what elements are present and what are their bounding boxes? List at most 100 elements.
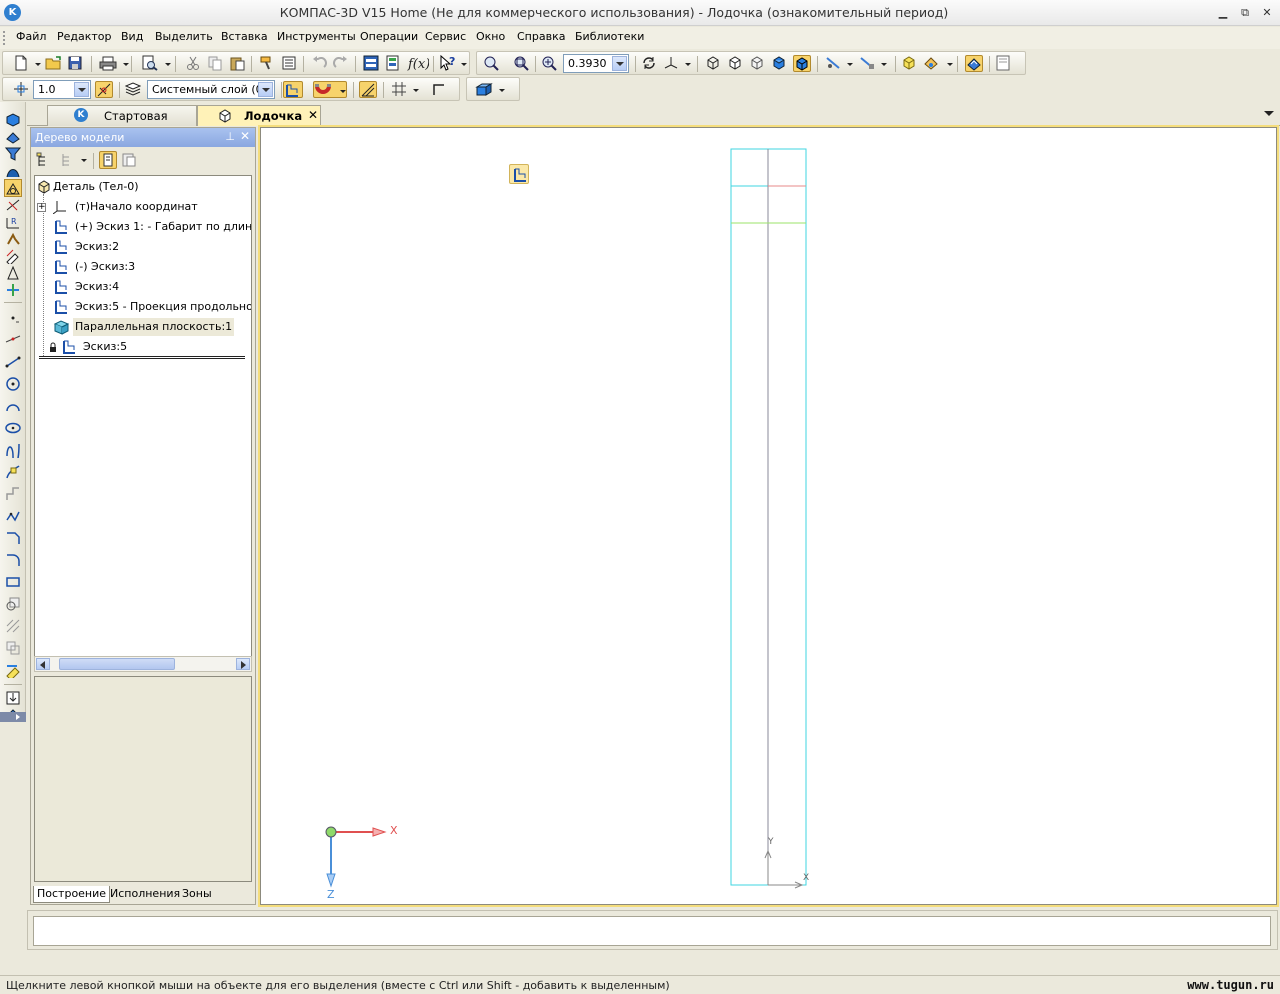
edit-details-icon[interactable] <box>5 112 21 128</box>
manager-button[interactable] <box>363 55 381 72</box>
menu-select[interactable]: Выделить <box>155 30 213 43</box>
hidden-lines-button[interactable] <box>727 55 745 72</box>
parametrization-icon[interactable] <box>5 231 21 247</box>
tab-start-page[interactable]: K Стартовая страница <box>47 105 197 137</box>
view-orientation-dropdown[interactable] <box>499 89 505 92</box>
editing-icon[interactable] <box>5 248 21 264</box>
menu-edit[interactable]: Редактор <box>57 30 112 43</box>
format-painter-button[interactable] <box>259 55 277 72</box>
appearance-dropdown[interactable] <box>947 63 953 66</box>
spline-icon[interactable] <box>5 442 21 458</box>
grid-dropdown[interactable] <box>413 89 419 92</box>
insert-icon[interactable] <box>5 690 21 706</box>
zoom-scale-select[interactable]: 0.3930 <box>563 54 629 73</box>
perspective-dropdown[interactable] <box>881 63 887 66</box>
paste-button[interactable] <box>229 55 247 72</box>
cut-button[interactable] <box>185 55 203 72</box>
variables-button[interactable] <box>385 55 403 72</box>
layers-button[interactable] <box>965 55 983 72</box>
close-tab-icon[interactable]: ✕ <box>308 108 318 122</box>
menu-operations[interactable]: Операции <box>360 30 418 43</box>
selection-icon[interactable] <box>5 282 21 298</box>
compact-toolbar-expander[interactable] <box>0 712 26 722</box>
wireframe-button[interactable] <box>705 55 723 72</box>
new-document-button[interactable] <box>13 55 31 72</box>
menu-view[interactable]: Вид <box>121 30 143 43</box>
copy-button[interactable] <box>207 55 225 72</box>
exit-sketch-button[interactable] <box>509 164 529 184</box>
tabs-menu-chevron-icon[interactable] <box>1264 111 1274 116</box>
zoom-scale-button[interactable] <box>541 55 559 72</box>
segment-icon[interactable] <box>5 354 21 370</box>
menu-window[interactable]: Окно <box>476 30 505 43</box>
point-icon[interactable] <box>5 310 21 326</box>
undo-button[interactable] <box>311 55 329 72</box>
scroll-thumb[interactable] <box>59 658 175 670</box>
nurbs-icon[interactable] <box>5 464 21 480</box>
tree-order-dropdown[interactable] <box>81 159 87 162</box>
shaded-button[interactable] <box>771 55 789 72</box>
expand-icon[interactable]: + <box>37 203 46 212</box>
tree-structure-icon[interactable] <box>35 152 51 168</box>
zoom-window-button[interactable] <box>483 55 501 72</box>
magnet-snap-button[interactable] <box>313 81 347 98</box>
close-panel-icon[interactable]: ✕ <box>240 129 250 143</box>
measurement-icon[interactable] <box>5 265 21 281</box>
redo-button[interactable] <box>333 55 351 72</box>
properties-button[interactable] <box>281 55 299 72</box>
tab-zones[interactable]: Зоны <box>179 886 215 903</box>
show-all-button[interactable] <box>901 55 919 72</box>
save-button[interactable] <box>67 55 85 72</box>
filter-icon[interactable] <box>5 146 21 162</box>
restore-icon[interactable]: ⧉ <box>1238 6 1252 20</box>
broken-line-icon[interactable] <box>5 508 21 524</box>
new-document-dropdown[interactable] <box>35 63 41 66</box>
zoom-previous-button[interactable] <box>513 55 531 72</box>
arc-icon[interactable] <box>5 398 21 414</box>
scroll-left-button[interactable] <box>36 658 50 670</box>
sketch-mode-button[interactable] <box>283 81 303 98</box>
menu-libraries[interactable]: Библиотеки <box>575 30 644 43</box>
close-icon[interactable]: ✕ <box>1260 6 1274 20</box>
refresh-view-button[interactable] <box>641 55 659 72</box>
orientation-button[interactable] <box>663 55 681 72</box>
surfaces-icon[interactable] <box>5 163 21 179</box>
orientation-dropdown[interactable] <box>685 63 691 66</box>
help-pointer-button[interactable]: ? <box>439 55 457 72</box>
section-button[interactable] <box>825 55 843 72</box>
model-canvas[interactable]: X Z X Y <box>260 127 1277 905</box>
fillet-icon[interactable] <box>5 552 21 568</box>
open-button[interactable] <box>45 55 63 72</box>
section-dropdown[interactable] <box>847 63 853 66</box>
tree-show-button[interactable] <box>99 151 117 169</box>
function-button[interactable]: f(x) <box>407 55 429 72</box>
shaded-edges-button[interactable] <box>793 55 811 72</box>
projection-icon[interactable] <box>5 640 21 656</box>
minimize-icon[interactable]: ▁ <box>1216 6 1230 20</box>
tab-construction[interactable]: Построение <box>33 886 111 903</box>
tab-executions[interactable]: Исполнения <box>107 886 183 903</box>
view-orientation-button[interactable] <box>475 81 493 98</box>
chevron-down-icon[interactable] <box>612 56 627 71</box>
tree-separate-window-icon[interactable] <box>121 152 137 168</box>
layer-select[interactable]: Системный слой (0) <box>147 80 275 99</box>
preview-dropdown[interactable] <box>165 63 171 66</box>
menu-insert[interactable]: Вставка <box>221 30 268 43</box>
cursor-step-button[interactable] <box>13 81 31 98</box>
scroll-right-button[interactable] <box>236 658 250 670</box>
drawing-button[interactable] <box>995 55 1013 72</box>
print-dropdown[interactable] <box>123 63 129 66</box>
thin-lines-button[interactable] <box>749 55 767 72</box>
snaps-button[interactable] <box>95 81 113 98</box>
layer-button[interactable] <box>125 81 143 98</box>
menu-tools[interactable]: Инструменты <box>277 30 356 43</box>
tree-horizontal-scrollbar[interactable] <box>34 656 252 672</box>
menu-file[interactable]: Файл <box>16 30 46 43</box>
spatial-curves-icon[interactable] <box>5 129 21 145</box>
help-dropdown[interactable] <box>461 63 467 66</box>
print-button[interactable] <box>99 55 117 72</box>
chevron-down-icon[interactable] <box>74 82 89 97</box>
preview-button[interactable] <box>141 55 159 72</box>
menu-help[interactable]: Справка <box>517 30 565 43</box>
appearance-button[interactable] <box>923 55 941 72</box>
